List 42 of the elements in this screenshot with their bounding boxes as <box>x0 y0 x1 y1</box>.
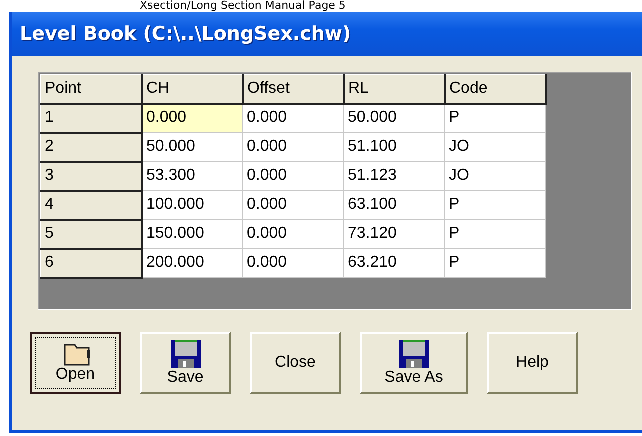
table-cell[interactable]: 50.000 <box>344 104 444 132</box>
page-caption: Xsection/Long Section Manual Page 5 <box>139 0 347 12</box>
table-cell[interactable]: 73.120 <box>344 220 444 248</box>
table-cell[interactable]: P <box>444 248 546 278</box>
table-cell[interactable]: 0.000 <box>242 104 344 132</box>
table-cell[interactable]: 53.300 <box>142 162 242 190</box>
column-header: Point <box>40 74 142 104</box>
table-cell[interactable]: JO <box>444 132 546 162</box>
button[interactable]: Help <box>487 332 578 394</box>
table-cell[interactable]: 50.000 <box>142 132 242 162</box>
table-cell[interactable]: P <box>444 104 546 132</box>
table-cell[interactable]: 0.000 <box>242 162 344 190</box>
table-cell[interactable]: P <box>444 220 546 248</box>
table-cell[interactable]: 63.100 <box>344 190 444 220</box>
table-cell[interactable]: 0.000 <box>242 220 344 248</box>
table-cell[interactable]: 51.100 <box>344 132 444 162</box>
table-cell[interactable]: 0.000 <box>242 132 344 162</box>
table-cell[interactable]: 150.000 <box>142 220 242 248</box>
button[interactable]: Close <box>250 332 341 394</box>
button[interactable]: Open <box>30 332 121 394</box>
table-cell[interactable]: 100.000 <box>142 190 242 220</box>
window-title: Level Book (C:\..\LongSex.chw) <box>20 23 352 45</box>
row-header[interactable]: 3 <box>40 162 142 190</box>
row-header[interactable]: 6 <box>40 248 142 278</box>
column-header: RL <box>344 74 444 104</box>
table-cell[interactable]: 63.210 <box>344 248 444 278</box>
row-header[interactable]: 5 <box>40 220 142 248</box>
row-header[interactable]: 4 <box>40 190 142 220</box>
column-header: CH <box>142 74 242 104</box>
button[interactable]: Save <box>140 332 231 394</box>
column-header: Offset <box>242 74 344 104</box>
table-cell[interactable]: JO <box>444 162 546 190</box>
row-header[interactable]: 2 <box>40 132 142 162</box>
table-cell[interactable]: 0.000 <box>242 190 344 220</box>
table-cell[interactable]: P <box>444 190 546 220</box>
row-header[interactable]: 1 <box>40 104 142 132</box>
table-cell[interactable]: 0.000 <box>142 104 242 132</box>
table-cell[interactable]: 51.123 <box>344 162 444 190</box>
column-header: Code <box>444 74 546 104</box>
table-cell[interactable]: 200.000 <box>142 248 242 278</box>
table-cell[interactable]: 0.000 <box>242 248 344 278</box>
button[interactable]: Save As <box>360 332 468 394</box>
